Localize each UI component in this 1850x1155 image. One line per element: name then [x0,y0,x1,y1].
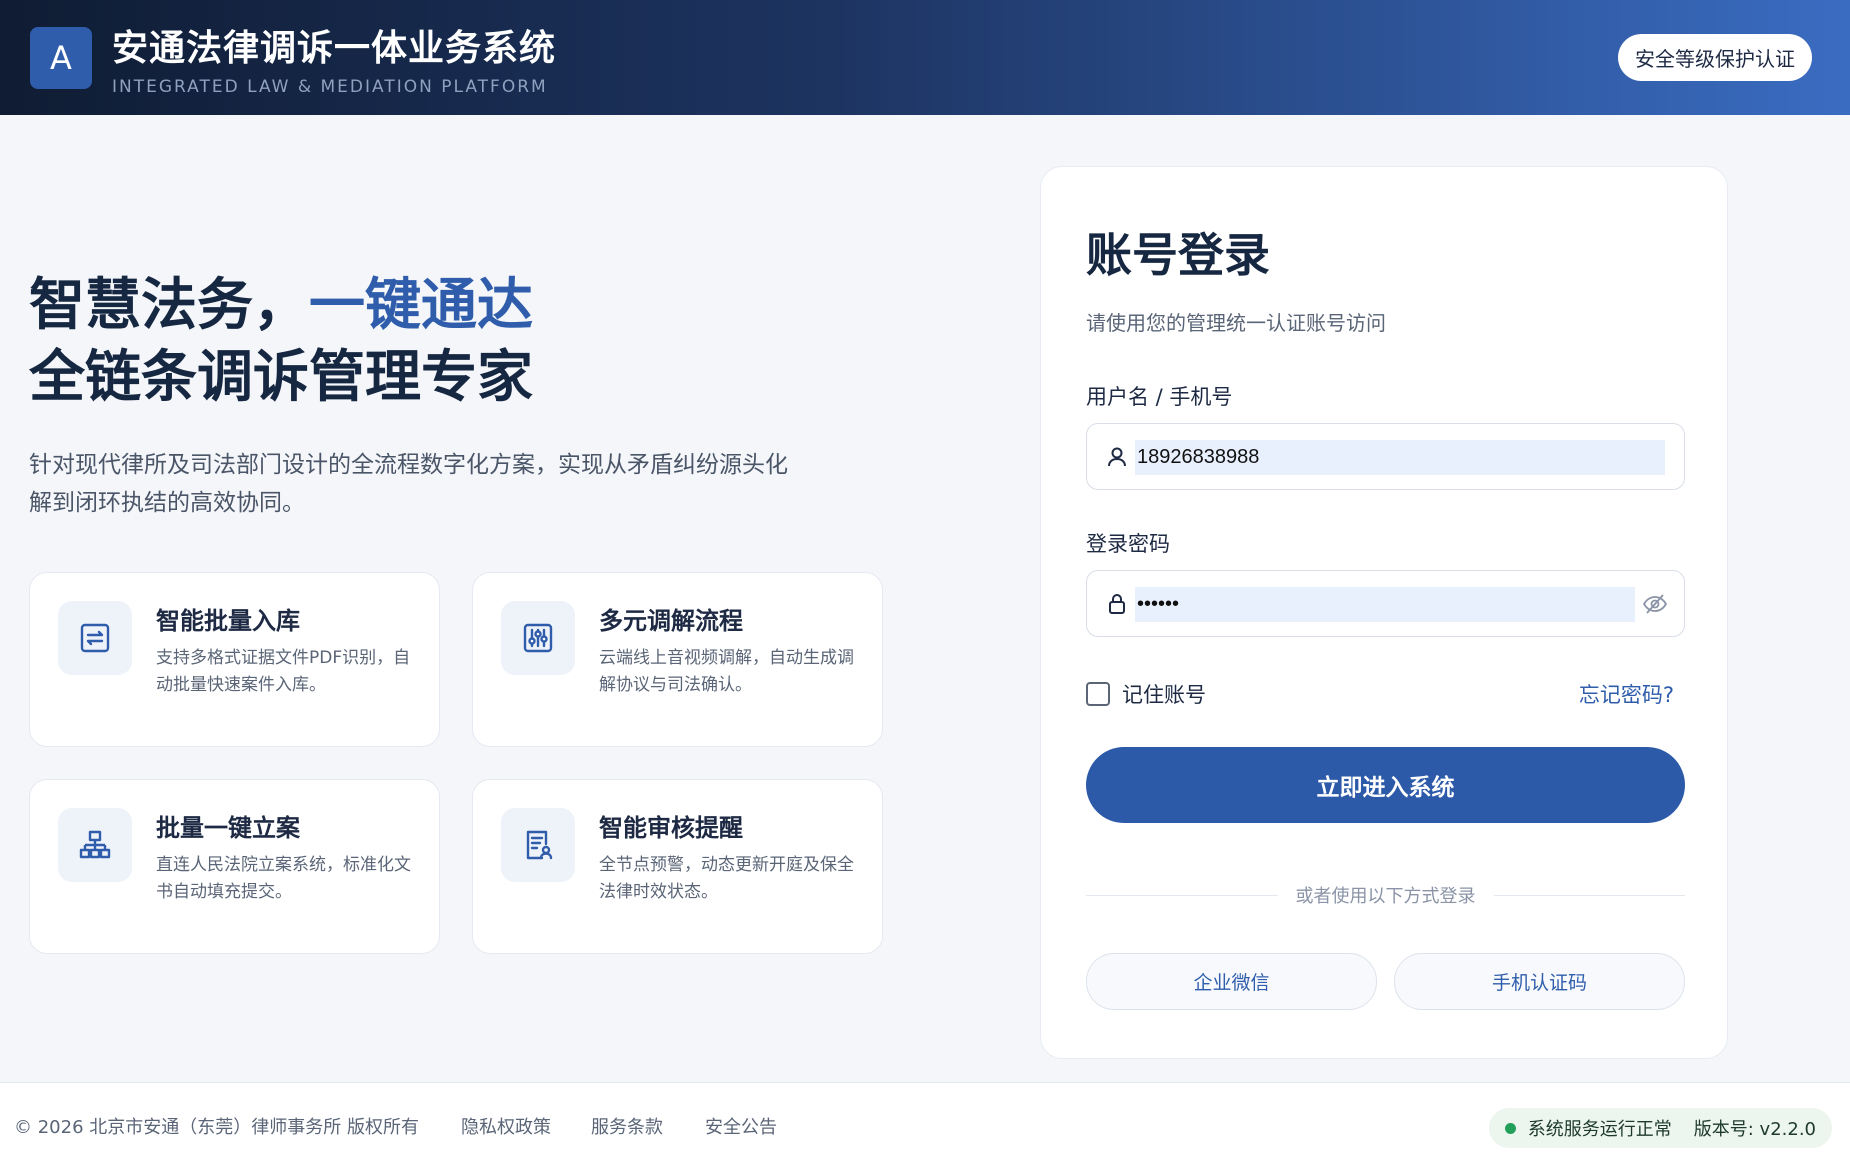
alt-login-divider: 或者使用以下方式登录 [1086,883,1685,907]
login-subtitle: 请使用您的管理统一认证账号访问 [1086,311,1386,335]
system-status-badge: 系统服务运行正常 版本号: v2.2.0 [1488,1108,1832,1148]
password-label: 登录密码 [1086,532,1170,556]
feature-card-mediation: 多元调解流程 云端线上音视频调解，自动生成调解协议与司法确认。 [472,572,883,747]
hero-heading: 智慧法务，一键通达 全链条调诉管理专家 [29,270,533,414]
eye-off-icon[interactable] [1642,591,1668,617]
remember-account[interactable]: 记住账号 [1086,679,1206,709]
logo: A [30,26,92,89]
brand: 安通法律调诉一体业务系统 INTEGRATED LAW & MEDIATION … [112,19,556,97]
hero-line-1-accent: 一键通达 [309,273,533,338]
footer: © 2026 北京市安通（东莞）律师事务所 版权所有 隐私权政策 服务条款 安全… [0,1082,1850,1155]
feature-title: 智能审核提醒 [599,814,743,842]
password-input[interactable] [1135,587,1635,622]
username-input[interactable] [1135,440,1665,475]
copyright: © 2026 北京市安通（东莞）律师事务所 版权所有 [14,1117,419,1138]
security-cert-badge: 安全等级保护认证 [1618,34,1812,81]
remember-label: 记住账号 [1122,683,1206,707]
login-card: 账号登录 请使用您的管理统一认证账号访问 用户名 / 手机号 登录密码 记住账号… [1040,166,1728,1059]
login-title: 账号登录 [1086,228,1270,282]
document-user-icon [501,808,575,882]
username-label: 用户名 / 手机号 [1086,385,1233,409]
security-notice-link[interactable]: 安全公告 [705,1113,777,1139]
feature-title: 多元调解流程 [599,607,743,635]
app-title: 安通法律调诉一体业务系统 [112,27,557,69]
feature-card-batch-filing: 批量一键立案 直连人民法院立案系统，标准化文书自动填充提交。 [29,779,440,954]
feature-title: 智能批量入库 [156,607,300,635]
privacy-link[interactable]: 隐私权政策 [461,1113,551,1139]
sync-icon [58,601,132,675]
user-icon [1108,447,1126,467]
feature-desc: 云端线上音视频调解，自动生成调解协议与司法确认。 [599,648,854,695]
password-field [1086,570,1685,637]
feature-desc: 支持多格式证据文件PDF识别，自动批量快速案件入库。 [156,648,411,695]
divider-line [1493,894,1685,896]
hero-description: 针对现代律所及司法部门设计的全流程数字化方案，实现从矛盾纠纷源头化解到闭环执结的… [29,452,788,516]
hero-line-2: 全链条调诉管理专家 [29,345,533,410]
feature-card-batch-import: 智能批量入库 支持多格式证据文件PDF识别，自动批量快速案件入库。 [29,572,440,747]
wechat-login-button[interactable]: 企业微信 [1086,953,1377,1010]
lock-icon [1109,594,1125,614]
feature-card-review-alerts: 智能审核提醒 全节点预警，动态更新开庭及保全法律时效状态。 [472,779,883,954]
feature-desc: 全节点预警，动态更新开庭及保全法律时效状态。 [599,855,854,902]
divider-text: 或者使用以下方式登录 [1295,886,1476,907]
divider-line [1086,894,1278,896]
feature-title: 批量一键立案 [156,814,300,842]
version-text: 版本号: v2.2.0 [1693,1119,1816,1140]
hero-line-1-prefix: 智慧法务， [29,273,309,338]
feature-desc: 直连人民法院立案系统，标准化文书自动填充提交。 [156,855,411,902]
top-header: A 安通法律调诉一体业务系统 INTEGRATED LAW & MEDIATIO… [0,0,1850,115]
org-chart-icon [58,808,132,882]
remember-checkbox[interactable] [1086,682,1110,706]
sms-login-button[interactable]: 手机认证码 [1394,953,1685,1010]
sliders-icon [501,601,575,675]
hero-line-1: 智慧法务，一键通达 [29,270,533,342]
status-text: 系统服务运行正常 [1527,1119,1672,1140]
app-subtitle: INTEGRATED LAW & MEDIATION PLATFORM [112,76,548,97]
status-dot-icon [1504,1122,1516,1134]
username-field [1086,423,1685,490]
login-submit-button[interactable]: 立即进入系统 [1086,747,1685,823]
terms-link[interactable]: 服务条款 [591,1113,663,1139]
forgot-password-link[interactable]: 忘记密码? [1579,679,1674,709]
